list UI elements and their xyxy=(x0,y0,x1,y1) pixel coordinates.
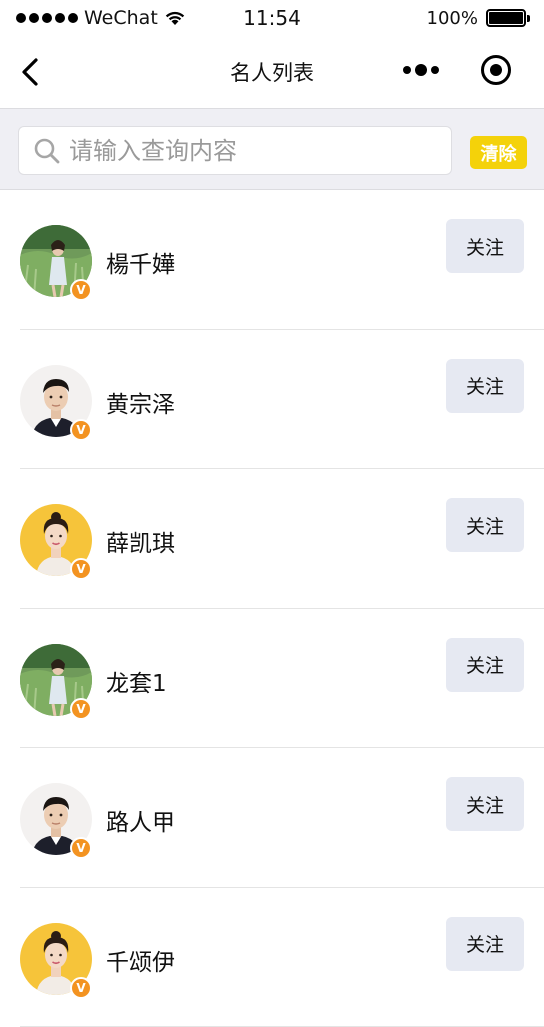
wifi-icon xyxy=(164,10,186,26)
search-input[interactable] xyxy=(69,137,451,165)
celebrity-name: 黄宗泽 xyxy=(106,385,175,419)
search-box[interactable] xyxy=(18,126,452,175)
avatar-wrap: V xyxy=(20,225,92,297)
verified-badge-icon: V xyxy=(70,419,92,441)
celebrity-name: 龙套1 xyxy=(106,664,167,698)
status-right: 100% xyxy=(427,8,530,29)
list-item[interactable]: V 楊千嬅 关注 xyxy=(0,190,544,330)
more-button[interactable] xyxy=(400,52,442,88)
avatar-wrap: V xyxy=(20,783,92,855)
carrier-label: WeChat xyxy=(84,7,158,29)
battery-icon xyxy=(486,8,530,28)
follow-button[interactable]: 关注 xyxy=(446,359,524,413)
verified-badge-icon: V xyxy=(70,977,92,999)
avatar-wrap: V xyxy=(20,923,92,995)
more-dots-icon-right xyxy=(431,66,439,74)
status-bar: WeChat 11:54 100% xyxy=(0,0,544,36)
avatar-wrap: V xyxy=(20,644,92,716)
close-target-icon xyxy=(480,54,512,86)
follow-button[interactable]: 关注 xyxy=(446,777,524,831)
list-item[interactable]: V 黄宗泽 关注 xyxy=(0,330,544,470)
celebrity-name: 千颂伊 xyxy=(106,943,175,977)
avatar-wrap: V xyxy=(20,504,92,576)
celebrity-name: 楊千嬅 xyxy=(106,245,175,279)
battery-percent: 100% xyxy=(427,8,478,29)
list-item[interactable]: V 薛凯琪 关注 xyxy=(0,469,544,609)
verified-badge-icon: V xyxy=(70,279,92,301)
page-title: 名人列表 xyxy=(230,57,314,87)
search-area: 清除 xyxy=(0,108,544,190)
celebrity-name: 路人甲 xyxy=(106,803,175,837)
list-item[interactable]: V 千颂伊 关注 xyxy=(0,888,544,1027)
follow-button[interactable]: 关注 xyxy=(446,219,524,273)
verified-badge-icon: V xyxy=(70,698,92,720)
more-dots-icon xyxy=(403,66,411,74)
back-arrow-icon xyxy=(20,57,40,87)
clear-button[interactable]: 清除 xyxy=(470,136,527,169)
follow-button[interactable]: 关注 xyxy=(446,638,524,692)
close-button[interactable] xyxy=(478,52,514,88)
nav-bar: 名人列表 xyxy=(0,36,544,108)
back-button[interactable] xyxy=(10,52,50,92)
search-icon xyxy=(33,137,61,165)
list-item[interactable]: V 路人甲 关注 xyxy=(0,748,544,888)
more-dots-icon-center xyxy=(415,64,427,76)
list-item[interactable]: V 龙套1 关注 xyxy=(0,609,544,749)
celebrity-name: 薛凯琪 xyxy=(106,524,175,558)
follow-button[interactable]: 关注 xyxy=(446,498,524,552)
status-left: WeChat xyxy=(16,7,186,29)
celebrity-list: V 楊千嬅 关注 V 黄宗泽 关注 xyxy=(0,190,544,1027)
verified-badge-icon: V xyxy=(70,558,92,580)
follow-button[interactable]: 关注 xyxy=(446,917,524,971)
capsule-menu xyxy=(400,52,514,88)
verified-badge-icon: V xyxy=(70,837,92,859)
signal-dots-icon xyxy=(16,13,78,23)
avatar-wrap: V xyxy=(20,365,92,437)
